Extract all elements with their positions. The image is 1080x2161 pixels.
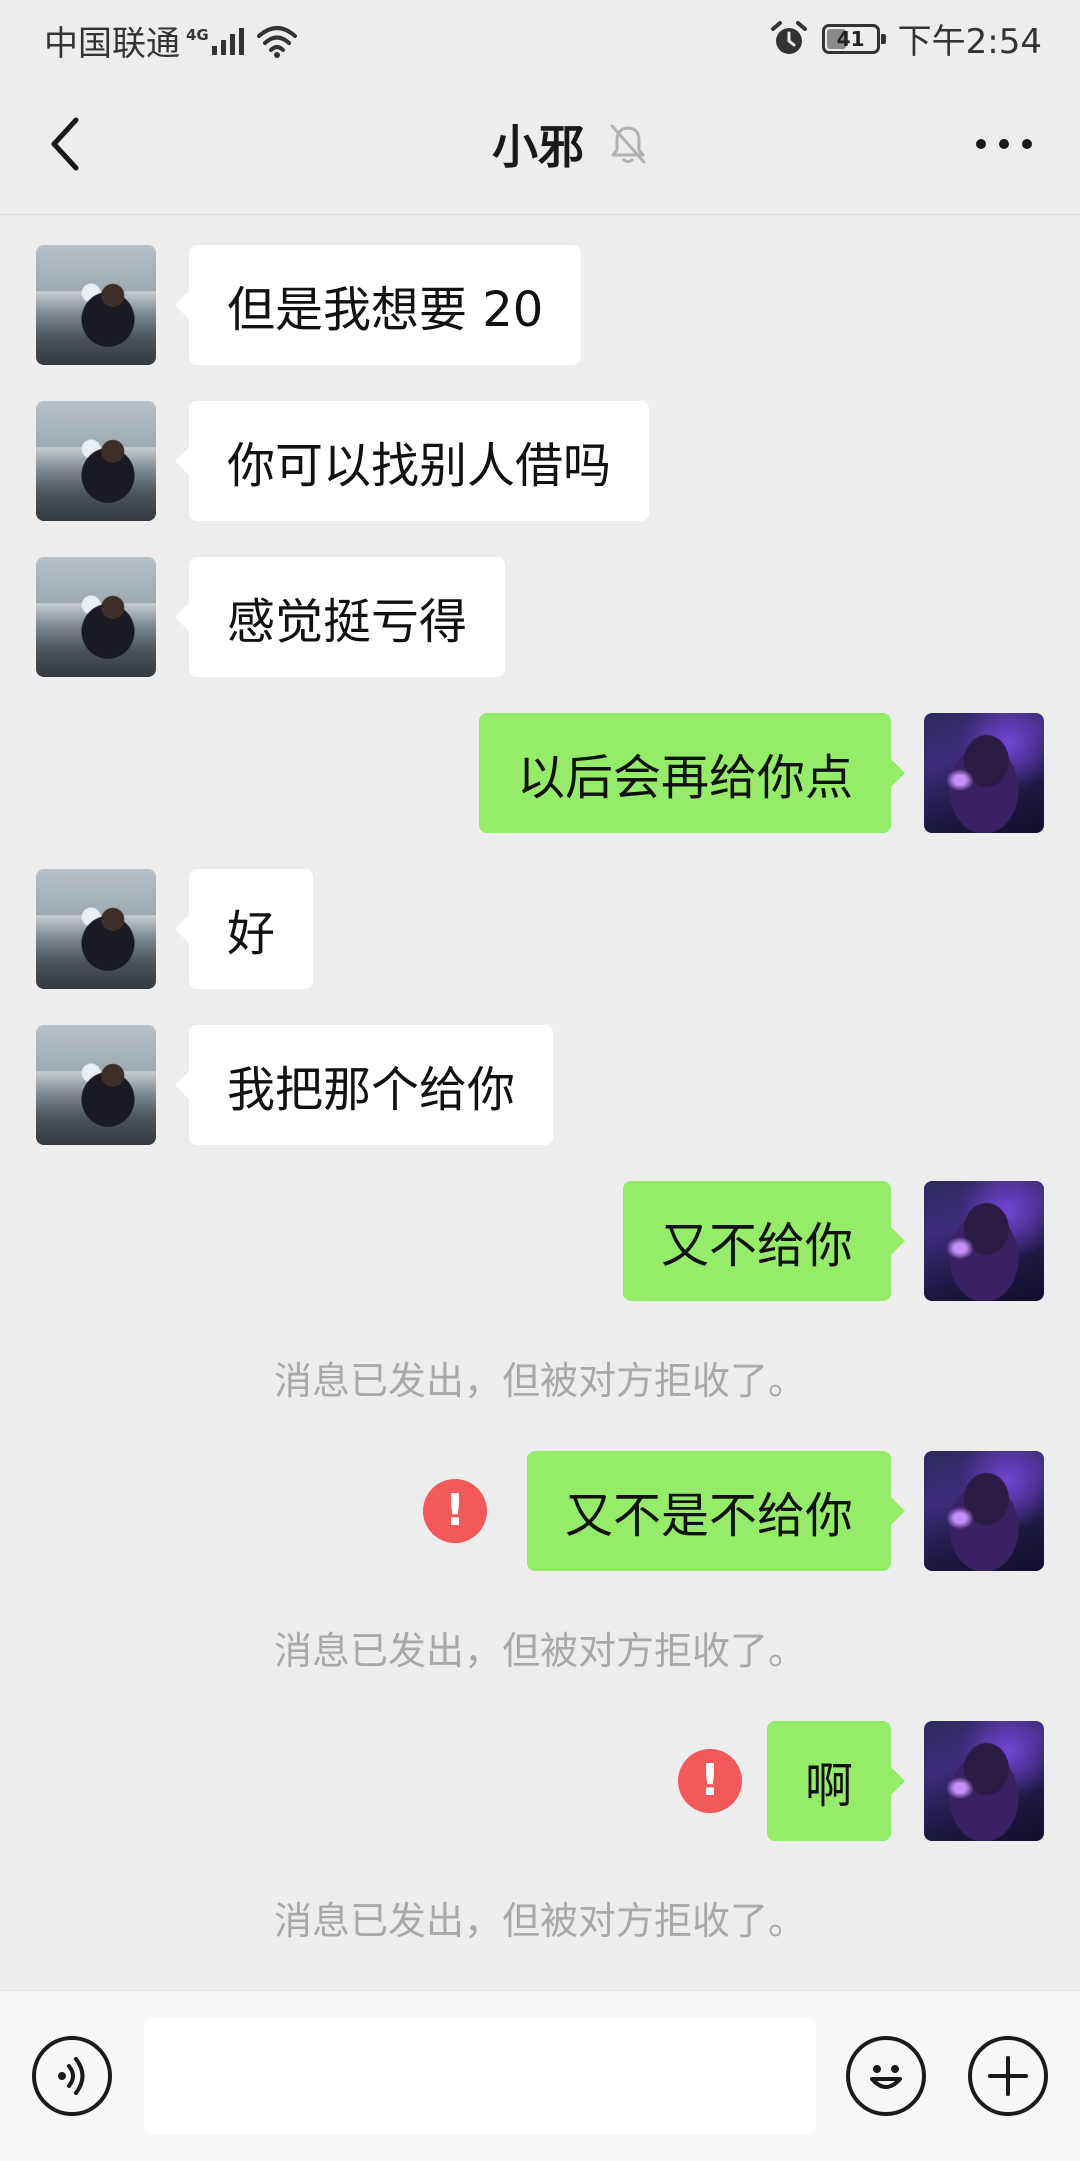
friend-avatar[interactable]	[36, 869, 156, 989]
battery-indicator: 41	[821, 23, 886, 54]
plus-icon	[988, 2056, 1028, 2096]
my-avatar[interactable]	[924, 713, 1044, 833]
outgoing-message-bubble[interactable]: 又不给你	[622, 1181, 906, 1301]
outgoing-message-bubble[interactable]: 以后会再给你点	[478, 713, 906, 833]
my-avatar[interactable]	[924, 1721, 1044, 1841]
message-row: 你可以找别人借吗	[0, 401, 1080, 521]
message-row: 又不是不给你 !	[0, 1451, 1080, 1571]
friend-avatar[interactable]	[36, 1025, 156, 1145]
incoming-message-bubble[interactable]: 我把那个给你	[174, 1025, 554, 1145]
more-horizontal-icon	[976, 139, 1032, 149]
message-list[interactable]: 但是我想要 20 你可以找别人借吗 感觉挺亏得 以后会再给你点 好 我把那个给你…	[0, 215, 1080, 1990]
send-failed-icon[interactable]: !	[423, 1479, 487, 1543]
more-functions-button[interactable]	[968, 2036, 1048, 2116]
message-row: 感觉挺亏得	[0, 557, 1080, 677]
my-avatar[interactable]	[924, 1451, 1044, 1571]
chat-title: 小邪	[492, 120, 584, 174]
chat-header: 小邪	[0, 74, 1080, 215]
my-avatar[interactable]	[924, 1181, 1044, 1301]
more-options-button[interactable]	[968, 108, 1040, 180]
status-left: 中国联通 4G	[44, 16, 299, 65]
voice-input-button[interactable]	[32, 2036, 112, 2116]
outgoing-message-bubble[interactable]: 啊	[766, 1721, 906, 1841]
mute-indicator	[608, 122, 648, 166]
alarm-clock-icon	[770, 20, 807, 54]
incoming-message-bubble[interactable]: 好	[174, 869, 314, 989]
message-row: 以后会再给你点	[0, 713, 1080, 833]
emoji-icon	[870, 2065, 902, 2089]
send-failed-icon[interactable]: !	[678, 1749, 742, 1813]
rejected-notice: 消息已发出，但被对方拒收了。	[273, 1899, 806, 1943]
message-row: 啊 !	[0, 1721, 1080, 1841]
voice-icon	[58, 2057, 85, 2095]
message-row: 我把那个给你	[0, 1025, 1080, 1145]
rejected-notice: 消息已发出，但被对方拒收了。	[273, 1629, 806, 1673]
message-row: 但是我想要 20	[0, 245, 1080, 365]
input-bar	[0, 1990, 1080, 2161]
status-right: 41 下午2:54	[770, 14, 1042, 63]
message-row: 又不给你	[0, 1181, 1080, 1301]
wifi-icon	[256, 25, 297, 58]
signal-bars-icon	[211, 27, 244, 55]
incoming-message-bubble[interactable]: 但是我想要 20	[174, 245, 582, 365]
outgoing-message-bubble[interactable]: 又不是不给你	[526, 1451, 906, 1571]
friend-avatar[interactable]	[36, 401, 156, 521]
emoji-button[interactable]	[846, 2036, 926, 2116]
network-type-label: 4G	[186, 25, 209, 44]
carrier-label: 中国联通	[44, 24, 180, 64]
incoming-message-bubble[interactable]: 你可以找别人借吗	[174, 401, 650, 521]
signal-group: 4G	[186, 26, 245, 56]
bell-off-icon	[610, 124, 646, 164]
message-row: 好	[0, 869, 1080, 989]
friend-avatar[interactable]	[36, 245, 156, 365]
rejected-notice: 消息已发出，但被对方拒收了。	[273, 1359, 806, 1403]
friend-avatar[interactable]	[36, 557, 156, 677]
clock-time: 下午2:54	[897, 22, 1042, 62]
message-input[interactable]	[144, 2017, 816, 2135]
status-bar: 中国联通 4G 41 下午2:54	[0, 0, 1080, 74]
incoming-message-bubble[interactable]: 感觉挺亏得	[174, 557, 506, 677]
battery-level-label: 41	[836, 26, 865, 51]
title-group: 小邪	[0, 108, 1080, 180]
